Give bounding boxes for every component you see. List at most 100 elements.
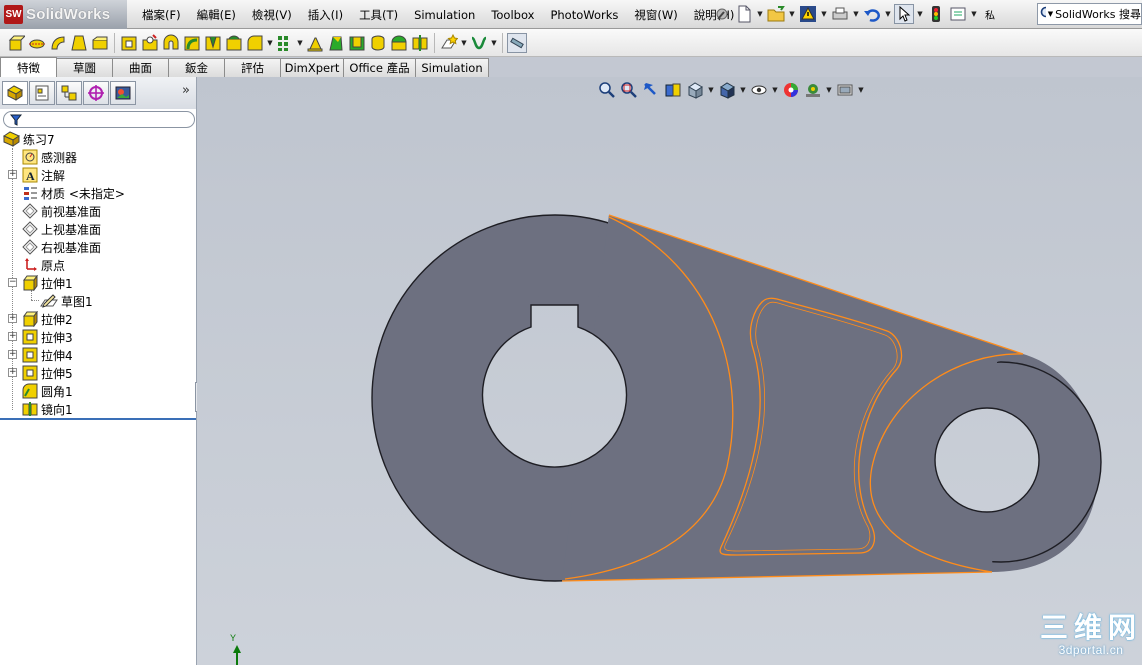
revolved-cut-icon[interactable] — [161, 33, 181, 53]
menu-tools[interactable]: 工具(T) — [351, 7, 406, 23]
expand-extrude4-button[interactable]: + — [8, 350, 17, 359]
boundary-cut-icon[interactable] — [224, 33, 244, 53]
linear-pattern-icon[interactable] — [275, 33, 295, 53]
graphics-area[interactable]: ▼ ▼ ▼ ▼ ▼ Y 三维网 3dportal.cn — [197, 77, 1142, 665]
menu-toolbox[interactable]: Toolbox — [483, 8, 542, 22]
draft-icon[interactable] — [326, 33, 346, 53]
tab-dimxpert[interactable]: DimXpert — [280, 58, 344, 77]
fillet-icon[interactable] — [245, 33, 265, 53]
display-manager-tab[interactable] — [110, 81, 136, 105]
tab-surfaces[interactable]: 曲面 — [112, 58, 169, 77]
tree-item-material[interactable]: 材质 <未指定> — [22, 184, 125, 202]
expand-annotations-button[interactable]: + — [8, 170, 17, 179]
menu-simulation[interactable]: Simulation — [406, 8, 483, 22]
swept-cut-icon[interactable] — [182, 33, 202, 53]
tab-sheet-metal[interactable]: 鈑金 — [168, 58, 225, 77]
panel-more-button[interactable]: » — [182, 83, 190, 98]
lofted-boss-icon[interactable] — [69, 33, 89, 53]
tree-item-extrude2[interactable]: 拉伸2 — [22, 310, 73, 328]
menu-file[interactable]: 檔案(F) — [134, 7, 189, 23]
watermark-main: 三维网 — [1040, 612, 1142, 643]
menu-view[interactable]: 檢視(V) — [244, 7, 300, 23]
feature-manager-tab[interactable] — [2, 81, 28, 105]
save-dropdown-icon[interactable]: ▼ — [820, 4, 828, 24]
shell-icon[interactable] — [347, 33, 367, 53]
boundary-boss-icon[interactable] — [90, 33, 110, 53]
tree-item-right-plane[interactable]: 右视基准面 — [22, 238, 101, 256]
print-icon[interactable] — [830, 4, 850, 24]
property-manager-tab[interactable] — [29, 81, 55, 105]
tab-evaluate[interactable]: 評估 — [224, 58, 281, 77]
svg-text:A: A — [26, 169, 35, 183]
collapse-extrude1-button[interactable]: − — [8, 278, 17, 287]
expand-extrude3-button[interactable]: + — [8, 332, 17, 341]
reference-geometry-icon[interactable] — [439, 33, 459, 53]
print-dropdown-icon[interactable]: ▼ — [852, 4, 860, 24]
extruded-boss-icon[interactable] — [6, 33, 26, 53]
new-document-icon[interactable] — [734, 4, 754, 24]
hole-wizard-icon[interactable] — [140, 33, 160, 53]
app-logo[interactable]: SW SolidWorks — [0, 0, 127, 29]
command-manager-tabs: 特徵 草圖 曲面 鈑金 評估 DimXpert Office 產品 Simula… — [0, 57, 489, 77]
options-dropdown-icon[interactable]: ▼ — [970, 4, 978, 24]
dome-icon[interactable] — [389, 33, 409, 53]
tree-item-mirror1[interactable]: 镜向1 — [22, 400, 73, 418]
rebuild-traffic-light-icon[interactable] — [926, 4, 946, 24]
tab-features[interactable]: 特徵 — [0, 57, 57, 77]
revolved-boss-icon[interactable] — [27, 33, 47, 53]
tree-item-fillet1[interactable]: 圆角1 — [22, 382, 73, 400]
search-placeholder: SolidWorks 搜尋 — [1055, 8, 1141, 21]
tab-sketch[interactable]: 草圖 — [56, 58, 113, 77]
tab-simulation[interactable]: Simulation — [415, 58, 489, 77]
tree-root-part[interactable]: 练习7 — [3, 130, 55, 148]
configuration-manager-tab[interactable] — [56, 81, 82, 105]
tab-office-products[interactable]: Office 產品 — [343, 58, 416, 77]
tree-item-extrude3[interactable]: 拉伸3 — [22, 328, 73, 346]
mirror-icon[interactable] — [410, 33, 430, 53]
lofted-cut-icon[interactable] — [203, 33, 223, 53]
tree-item-origin[interactable]: 原点 — [22, 256, 65, 274]
feature-tree-filter[interactable] — [3, 111, 195, 128]
open-folder-icon[interactable] — [766, 4, 786, 24]
undo-icon[interactable] — [862, 4, 882, 24]
pattern-dropdown-icon[interactable]: ▼ — [296, 33, 304, 53]
fillet-dropdown-icon[interactable]: ▼ — [266, 33, 274, 53]
menu-photoworks[interactable]: PhotoWorks — [542, 8, 626, 22]
menu-overflow[interactable]: 私 — [980, 4, 1000, 24]
curves-dropdown-icon[interactable]: ▼ — [490, 33, 498, 53]
curves-icon[interactable] — [469, 33, 489, 53]
save-warning-icon[interactable] — [798, 4, 818, 24]
pin-icon[interactable] — [712, 4, 732, 24]
menu-insert[interactable]: 插入(I) — [300, 7, 351, 23]
tree-item-annotations[interactable]: A 注解 — [22, 166, 65, 184]
tree-item-sketch1[interactable]: 草图1 — [40, 292, 93, 310]
select-dropdown-icon[interactable]: ▼ — [916, 4, 924, 24]
menu-edit[interactable]: 編輯(E) — [189, 7, 244, 23]
reference-geometry-dropdown-icon[interactable]: ▼ — [460, 33, 468, 53]
expand-extrude5-button[interactable]: + — [8, 368, 17, 377]
search-input[interactable]: ▼ SolidWorks 搜尋 — [1037, 3, 1142, 25]
new-dropdown-icon[interactable]: ▼ — [756, 4, 764, 24]
link-web-face-overlay — [562, 215, 1023, 581]
extruded-cut-icon[interactable] — [119, 33, 139, 53]
tree-item-top-plane[interactable]: 上视基准面 — [22, 220, 101, 238]
open-dropdown-icon[interactable]: ▼ — [788, 4, 796, 24]
feature-tree: 练习7 感测器 + A 注解 材质 <未指定> 前视基准面 上视基准面 右视基准… — [0, 130, 196, 420]
tree-item-front-plane[interactable]: 前视基准面 — [22, 202, 101, 220]
instant3d-icon[interactable] — [507, 32, 527, 53]
tree-item-extrude5[interactable]: 拉伸5 — [22, 364, 73, 382]
select-arrow-icon[interactable] — [894, 4, 914, 24]
rib-icon[interactable] — [305, 33, 325, 53]
undo-dropdown-icon[interactable]: ▼ — [884, 4, 892, 24]
tree-item-extrude1[interactable]: 拉伸1 — [22, 274, 73, 292]
menu-window[interactable]: 視窗(W) — [626, 7, 685, 23]
expand-extrude2-button[interactable]: + — [8, 314, 17, 323]
swept-boss-icon[interactable] — [48, 33, 68, 53]
part-model[interactable] — [197, 77, 1142, 665]
tree-item-extrude4[interactable]: 拉伸4 — [22, 346, 73, 364]
wrap-icon[interactable] — [368, 33, 388, 53]
search-dropdown-icon[interactable]: ▼ — [1048, 10, 1053, 18]
tree-item-sensors[interactable]: 感测器 — [22, 148, 77, 166]
options-icon[interactable] — [948, 4, 968, 24]
dimxpert-manager-tab[interactable] — [83, 81, 109, 105]
